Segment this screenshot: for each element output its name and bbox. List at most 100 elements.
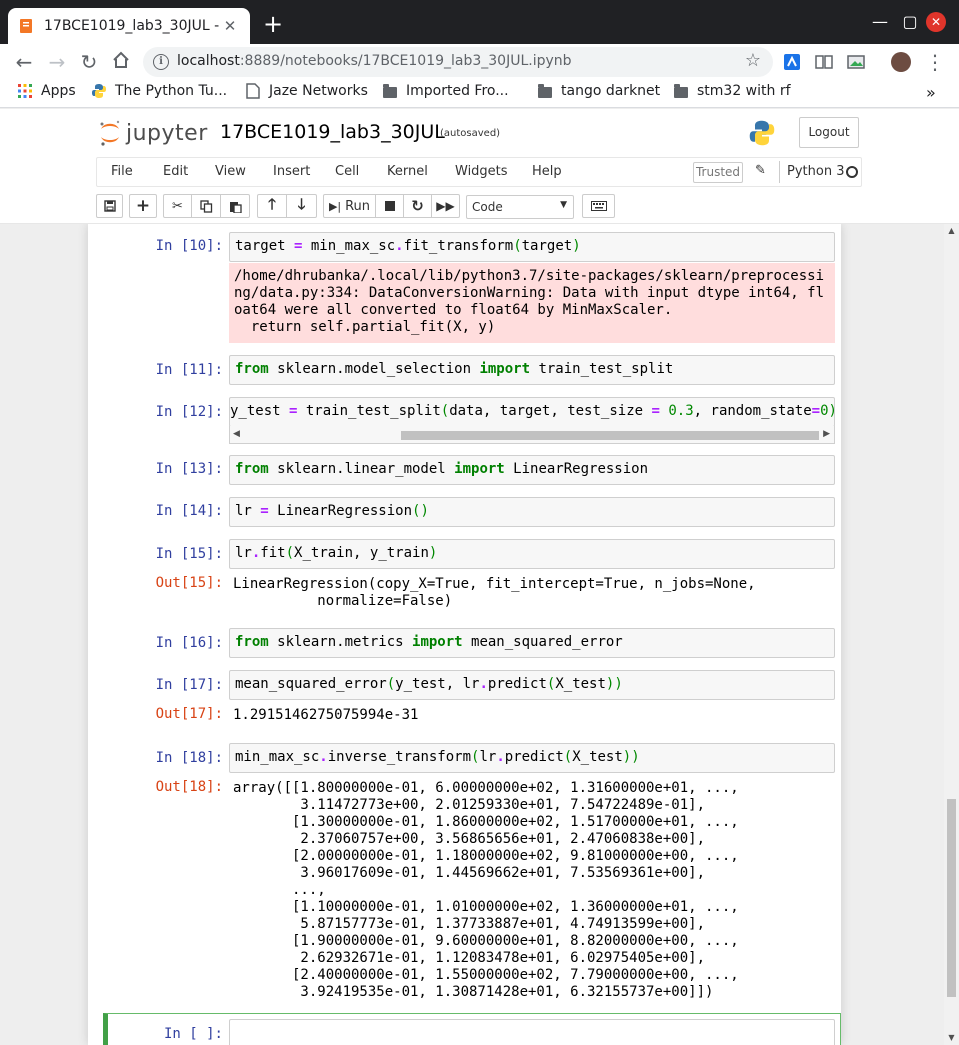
notebook-area: In [10]: target = min_max_sc.fit_transfo… xyxy=(0,224,959,1045)
bookmark-tango-darknet[interactable]: tango darknet xyxy=(537,83,660,99)
menu-widgets[interactable]: Widgets xyxy=(455,164,508,179)
home-icon[interactable] xyxy=(109,50,133,74)
forward-icon[interactable]: → xyxy=(45,50,69,74)
input-prompt: In [17]: xyxy=(155,677,223,693)
kernel-name[interactable]: Python 3 xyxy=(787,164,844,179)
code-cell-input[interactable]: lr.fit(X_train, y_train) xyxy=(229,539,835,569)
browser-tab[interactable]: 17BCE1019_lab3_30JUL - ✕ xyxy=(8,8,250,44)
restart-run-all-button[interactable]: ▶▶ xyxy=(432,194,460,218)
horizontal-scrollbar[interactable]: ◀ ▶ xyxy=(229,426,835,444)
input-prompt: In [10]: xyxy=(155,238,223,254)
scrollbar-thumb[interactable] xyxy=(401,431,819,440)
copy-icon xyxy=(199,199,212,213)
bookmark-python-tutorial[interactable]: The Python Tu... xyxy=(91,83,227,99)
fast-forward-icon: ▶▶ xyxy=(436,199,455,213)
code-cell-input[interactable]: from sklearn.metrics import mean_squared… xyxy=(229,628,835,658)
scroll-down-icon[interactable]: ▼ xyxy=(944,1031,959,1045)
menu-view[interactable]: View xyxy=(215,164,246,179)
minimize-button[interactable]: — xyxy=(868,10,892,34)
page-scrollbar[interactable]: ▲ ▼ xyxy=(944,224,959,1045)
menu-insert[interactable]: Insert xyxy=(273,164,310,179)
python-logo-icon xyxy=(748,119,776,151)
keyboard-icon xyxy=(590,201,607,211)
new-tab-button[interactable]: + xyxy=(262,12,284,36)
page-icon xyxy=(245,83,261,99)
reader-extension-icon[interactable] xyxy=(815,53,833,71)
menu-help[interactable]: Help xyxy=(532,164,562,179)
code-cell-input[interactable]: mean_squared_error(y_test, lr.predict(X_… xyxy=(229,670,835,700)
browser-tabstrip: 17BCE1019_lab3_30JUL - ✕ + — ▢ ✕ xyxy=(0,0,959,44)
code-cell-input[interactable]: from sklearn.model_selection import trai… xyxy=(229,355,835,385)
code-cell-input[interactable]: min_max_sc.inverse_transform(lr.predict(… xyxy=(229,743,835,773)
address-bar-row: ← → ↻ i localhost:8889/notebooks/17BCE10… xyxy=(0,44,959,80)
output-prompt: Out[18]: xyxy=(155,779,223,795)
input-prompt: In [16]: xyxy=(155,635,223,651)
bookmark-jaze-networks[interactable]: Jaze Networks xyxy=(245,83,368,99)
empty-code-cell-input[interactable] xyxy=(229,1019,835,1045)
bookmark-star-icon[interactable]: ☆ xyxy=(745,50,761,71)
bookmarks-overflow-icon[interactable]: » xyxy=(926,83,936,102)
notebook-toolbar: + ✂ 🡑 🡓 ▶| Run ↻ ▶▶ Code ▼ xyxy=(96,194,862,220)
extension-icon[interactable] xyxy=(783,53,801,71)
bookmark-apps[interactable]: Apps xyxy=(17,83,76,99)
code-cell-input[interactable]: y_test = train_test_split(data, target, … xyxy=(229,397,835,427)
scissors-icon: ✂ xyxy=(172,198,183,214)
insert-cell-button[interactable]: + xyxy=(129,194,157,218)
bookmarks-bar: Apps The Python Tu... Jaze Networks Impo… xyxy=(0,80,959,108)
cell-output: 1.2915146275075994e-31 xyxy=(233,707,419,723)
menubar: File Edit View Insert Cell Kernel Widget… xyxy=(96,157,862,187)
url-box[interactable]: i localhost:8889/notebooks/17BCE1019_lab… xyxy=(143,47,773,77)
restore-button[interactable]: ▢ xyxy=(898,10,922,34)
trusted-indicator[interactable]: Trusted xyxy=(693,162,743,183)
logout-button[interactable]: Logout xyxy=(799,117,859,148)
menu-edit[interactable]: Edit xyxy=(163,164,188,179)
bookmark-stm32-with-rf[interactable]: stm32 with rf xyxy=(673,83,791,99)
scroll-right-icon[interactable]: ▶ xyxy=(823,429,830,439)
jupyter-logo-icon xyxy=(100,120,120,146)
code-cell-input[interactable]: target = min_max_sc.fit_transform(target… xyxy=(229,232,835,262)
page-scrollbar-thumb[interactable] xyxy=(947,799,956,997)
interrupt-button[interactable] xyxy=(376,194,404,218)
notebook-name[interactable]: 17BCE1019_lab3_30JUL xyxy=(220,121,445,143)
copy-button[interactable] xyxy=(192,194,221,218)
site-info-icon[interactable]: i xyxy=(153,54,169,70)
url-text[interactable]: localhost:8889/notebooks/17BCE1019_lab3_… xyxy=(177,53,572,69)
reload-icon[interactable]: ↻ xyxy=(77,50,101,74)
edit-pencil-icon[interactable]: ✎ xyxy=(755,163,766,178)
back-icon[interactable]: ← xyxy=(12,50,36,74)
command-palette-button[interactable] xyxy=(582,194,615,218)
folder-icon xyxy=(537,83,553,99)
folder-icon xyxy=(382,83,398,99)
input-prompt: In [11]: xyxy=(155,362,223,378)
paste-button[interactable] xyxy=(221,194,250,218)
input-prompt: In [14]: xyxy=(155,503,223,519)
bookmark-imported-from[interactable]: Imported Fro... xyxy=(382,83,509,99)
browser-menu-icon[interactable]: ⋮ xyxy=(923,50,947,74)
restart-button[interactable]: ↻ xyxy=(404,194,432,218)
cell-type-select[interactable]: Code ▼ xyxy=(466,195,574,219)
input-prompt: In [15]: xyxy=(155,546,223,562)
scroll-left-icon[interactable]: ◀ xyxy=(233,429,240,439)
menu-kernel[interactable]: Kernel xyxy=(387,164,428,179)
image-extension-icon[interactable] xyxy=(847,53,865,71)
move-down-button[interactable]: 🡓 xyxy=(287,194,317,218)
save-button[interactable] xyxy=(96,194,123,218)
cut-button[interactable]: ✂ xyxy=(163,194,192,218)
move-up-button[interactable]: 🡑 xyxy=(257,194,287,218)
menu-cell[interactable]: Cell xyxy=(335,164,359,179)
tab-close-icon[interactable]: ✕ xyxy=(220,16,240,36)
kernel-separator xyxy=(779,161,780,183)
chevron-down-icon: ▼ xyxy=(560,200,567,210)
run-button[interactable]: ▶| Run xyxy=(323,194,376,218)
code-cell-input[interactable]: from sklearn.linear_model import LinearR… xyxy=(229,455,835,485)
profile-avatar[interactable] xyxy=(891,52,911,72)
scroll-up-icon[interactable]: ▲ xyxy=(944,224,959,238)
menu-file[interactable]: File xyxy=(111,164,133,179)
jupyter-header: jupyter 17BCE1019_lab3_30JUL (autosaved)… xyxy=(0,109,959,224)
close-window-button[interactable]: ✕ xyxy=(926,12,946,32)
stop-icon xyxy=(384,201,395,211)
stderr-output: /home/dhrubanka/.local/lib/python3.7/sit… xyxy=(229,263,835,343)
code-cell-input[interactable]: lr = LinearRegression() xyxy=(229,497,835,527)
input-prompt: In [13]: xyxy=(155,461,223,477)
jupyter-logo[interactable]: jupyter xyxy=(98,119,208,147)
